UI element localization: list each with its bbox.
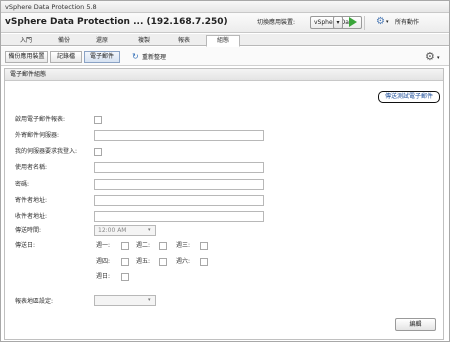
- day-checkbox-tue[interactable]: [159, 242, 167, 250]
- username-field[interactable]: [94, 162, 264, 173]
- app-title-bar: vSphere Data Protection 5.8: [1, 1, 449, 13]
- panel-title: 電子郵件組態: [5, 69, 443, 81]
- divider: [364, 16, 365, 30]
- refresh-button[interactable]: 重新整理: [142, 53, 166, 62]
- day-label-wed: 週三:: [176, 242, 191, 249]
- day-checkbox-thu[interactable]: [121, 258, 129, 266]
- server-auth-label: 我的伺服器要求我登入:: [15, 148, 78, 155]
- server-auth-checkbox[interactable]: [94, 148, 102, 156]
- gear-icon[interactable]: ⚙: [376, 15, 385, 29]
- password-field[interactable]: [94, 179, 264, 190]
- header-bar: vSphere Data Protection ... (192.168.7.2…: [1, 13, 449, 33]
- day-checkbox-fri[interactable]: [159, 258, 167, 266]
- smtp-server-label: 外寄郵件伺服器:: [15, 132, 60, 139]
- refresh-icon[interactable]: ↻: [132, 51, 139, 62]
- edit-button[interactable]: 編輯: [395, 318, 436, 331]
- report-locale-label: 報表地區設定:: [15, 298, 54, 305]
- tab-backup[interactable]: 備份: [47, 36, 81, 46]
- day-label-tue: 週二:: [136, 242, 151, 249]
- play-icon[interactable]: [349, 17, 357, 27]
- chevron-down-icon[interactable]: ▾: [386, 19, 389, 26]
- day-checkbox-wed[interactable]: [200, 242, 208, 250]
- chevron-down-icon[interactable]: ▾: [333, 16, 343, 29]
- enable-email-checkbox[interactable]: [94, 116, 102, 124]
- enable-email-label: 啟用電子郵件報表:: [15, 116, 66, 123]
- chevron-down-icon[interactable]: ▾: [148, 297, 151, 304]
- subtab-log[interactable]: 記錄檔: [50, 51, 82, 63]
- day-label-fri: 週五:: [136, 258, 151, 265]
- day-label-sat: 週六:: [176, 258, 191, 265]
- smtp-server-field[interactable]: [94, 130, 264, 141]
- tab-restore[interactable]: 還原: [85, 36, 119, 46]
- to-address-field[interactable]: [94, 211, 264, 222]
- sub-tabs: 備份應用裝置 記錄檔 電子郵件 ↻ 重新整理 ⚙ ▾: [1, 47, 449, 66]
- password-label: 密碼:: [15, 181, 30, 188]
- gear-icon[interactable]: ⚙: [425, 50, 435, 63]
- chevron-down-icon[interactable]: ▾: [148, 227, 151, 234]
- from-address-label: 寄件者地址:: [15, 197, 48, 204]
- switch-appliance-label: 切換應用裝置:: [257, 19, 296, 26]
- send-time-label: 傳送時間:: [15, 227, 42, 234]
- day-checkbox-sat[interactable]: [200, 258, 208, 266]
- send-time-select[interactable]: 12:00 AM: [94, 225, 156, 236]
- tab-configuration[interactable]: 組態: [206, 35, 240, 47]
- tab-getting-started[interactable]: 入門: [9, 36, 43, 46]
- from-address-field[interactable]: [94, 195, 264, 206]
- day-checkbox-mon[interactable]: [121, 242, 129, 250]
- day-label-mon: 週一:: [96, 242, 111, 249]
- send-day-label: 傳送日:: [15, 242, 36, 249]
- day-label-thu: 週四:: [96, 258, 111, 265]
- username-label: 使用者名稱:: [15, 164, 48, 171]
- chevron-down-icon[interactable]: ▾: [437, 55, 440, 61]
- main-tabs: 入門 備份 還原 複製 報表 組態: [1, 34, 449, 47]
- subtab-backup-appliance[interactable]: 備份應用裝置: [5, 51, 48, 63]
- to-address-label: 收件者地址:: [15, 213, 48, 220]
- day-label-sun: 週日:: [96, 273, 111, 280]
- send-test-email-link[interactable]: 傳送測試電子郵件: [378, 91, 440, 103]
- page-title: vSphere Data Protection ... (192.168.7.2…: [5, 17, 228, 27]
- day-checkbox-sun[interactable]: [121, 273, 129, 281]
- subtab-email[interactable]: 電子郵件: [84, 51, 120, 63]
- tab-reports[interactable]: 報表: [167, 36, 201, 46]
- send-time-value: 12:00 AM: [98, 227, 127, 234]
- all-actions-menu[interactable]: 所有動作: [395, 18, 419, 27]
- tab-replication[interactable]: 複製: [127, 36, 161, 46]
- report-locale-select[interactable]: [94, 295, 156, 306]
